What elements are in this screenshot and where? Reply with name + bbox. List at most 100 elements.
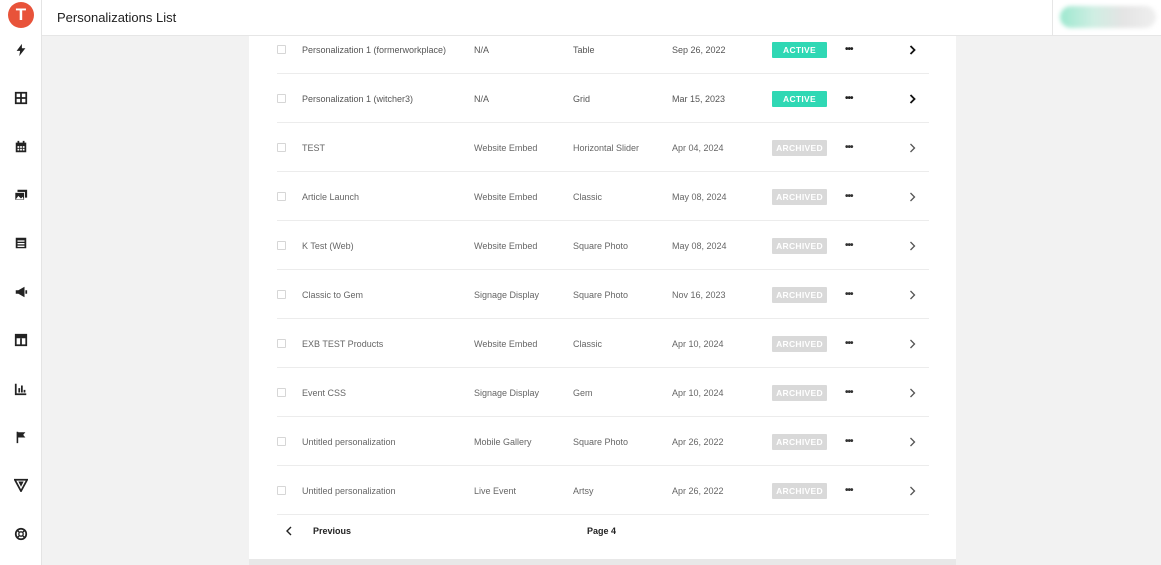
gallery-icon[interactable]: [11, 185, 31, 205]
status-badge: ACTIVE: [772, 90, 827, 107]
row-checkbox[interactable]: [277, 94, 286, 103]
row-checkbox[interactable]: [277, 192, 286, 201]
table-row[interactable]: Untitled personalization Live Event Artsy A…: [277, 466, 929, 515]
calendar-icon[interactable]: [11, 137, 31, 157]
row-date: May 08, 2024: [672, 240, 727, 251]
row-type: Signage Display: [474, 289, 540, 300]
row-type: Website Embed: [474, 240, 538, 251]
row-checkbox[interactable]: [277, 241, 286, 250]
row-checkbox[interactable]: [277, 339, 286, 348]
more-options-button[interactable]: •••: [845, 172, 853, 221]
more-options-button[interactable]: •••: [845, 74, 853, 123]
row-status: ARCHIVED: [772, 368, 827, 417]
table-row[interactable]: K Test (Web) Website Embed Square Photo May…: [277, 221, 929, 270]
app-logo[interactable]: T: [8, 2, 34, 28]
more-dots-icon: •••: [845, 485, 853, 496]
status-badge: ACTIVE: [772, 41, 827, 58]
row-date: Apr 26, 2022: [672, 436, 724, 447]
row-type: Website Embed: [474, 142, 538, 153]
row-layout: Square Photo: [573, 240, 629, 251]
table-row[interactable]: Event CSS Signage Display Gem Apr 10, 2024 A…: [277, 368, 929, 417]
status-badge: ARCHIVED: [772, 286, 827, 303]
row-checkbox[interactable]: [277, 486, 286, 495]
row-name: Event CSS: [302, 387, 347, 398]
status-badge: ARCHIVED: [772, 335, 827, 352]
list-icon[interactable]: [11, 233, 31, 253]
more-options-button[interactable]: •••: [845, 221, 853, 270]
more-options-button[interactable]: •••: [845, 417, 853, 466]
row-type: N/A: [474, 93, 490, 104]
table-row[interactable]: Personalization 1 (formerworkplace) N/A Ta…: [277, 25, 929, 74]
chevron-right-icon[interactable]: [909, 74, 916, 123]
row-checkbox[interactable]: [277, 437, 286, 446]
chevron-right-icon[interactable]: [909, 221, 916, 270]
more-options-button[interactable]: •••: [845, 123, 853, 172]
table-row[interactable]: EXB TEST Products Website Embed Classic Apr…: [277, 319, 929, 368]
chevron-right-icon[interactable]: [909, 172, 916, 221]
page-title: Personalizations List: [57, 10, 177, 25]
row-date: Apr 10, 2024: [672, 338, 724, 349]
more-dots-icon: •••: [845, 191, 853, 202]
status-badge: ARCHIVED: [772, 139, 827, 156]
row-date: Nov 16, 2023: [672, 289, 726, 300]
row-date: Sep 26, 2022: [672, 44, 726, 55]
status-badge: ARCHIVED: [772, 433, 827, 450]
table-row[interactable]: Classic to Gem Signage Display Square Phot…: [277, 270, 929, 319]
chevron-right-icon[interactable]: [909, 270, 916, 319]
table-row[interactable]: Untitled personalization Mobile Gallery Sq…: [277, 417, 929, 466]
row-date: Apr 26, 2022: [672, 485, 724, 496]
help-icon[interactable]: [11, 524, 31, 544]
more-dots-icon: •••: [845, 240, 853, 251]
row-checkbox[interactable]: [277, 290, 286, 299]
megaphone-icon[interactable]: [11, 282, 31, 302]
row-status: ARCHIVED: [772, 172, 827, 221]
status-badge: ARCHIVED: [772, 188, 827, 205]
row-layout: Gem: [573, 387, 593, 398]
chevron-right-icon[interactable]: [909, 417, 916, 466]
row-name: Classic to Gem: [302, 289, 364, 300]
more-dots-icon: •••: [845, 93, 853, 104]
row-status: ARCHIVED: [772, 221, 827, 270]
row-checkbox[interactable]: [277, 45, 286, 54]
header-divider: [1052, 0, 1053, 36]
more-options-button[interactable]: •••: [845, 466, 853, 515]
row-date: Apr 10, 2024: [672, 387, 724, 398]
row-name: Untitled personalization: [302, 436, 396, 447]
table-row[interactable]: Article Launch Website Embed Classic May 08…: [277, 172, 929, 221]
status-badge: ARCHIVED: [772, 384, 827, 401]
chevron-right-icon[interactable]: [909, 368, 916, 417]
chevron-right-icon[interactable]: [909, 25, 916, 74]
more-dots-icon: •••: [845, 338, 853, 349]
user-avatar[interactable]: [1060, 6, 1156, 28]
page-indicator: Page 4: [587, 526, 617, 536]
more-options-button[interactable]: •••: [845, 368, 853, 417]
table-row[interactable]: TEST Website Embed Horizontal Slider Apr 04…: [277, 123, 929, 172]
row-checkbox[interactable]: [277, 388, 286, 397]
chevron-left-icon[interactable]: [285, 526, 293, 536]
more-dots-icon: •••: [845, 44, 853, 55]
more-dots-icon: •••: [845, 289, 853, 300]
pagination: Previous Page 4: [277, 517, 929, 545]
row-date: Mar 15, 2023: [672, 93, 726, 104]
chevron-right-icon[interactable]: [909, 123, 916, 172]
more-options-button[interactable]: •••: [845, 319, 853, 368]
chevron-right-icon[interactable]: [909, 466, 916, 515]
layout-icon[interactable]: [11, 330, 31, 350]
lightning-icon[interactable]: [11, 40, 31, 60]
row-date: Apr 04, 2024: [672, 142, 724, 153]
flag-icon[interactable]: [11, 427, 31, 447]
row-checkbox[interactable]: [277, 143, 286, 152]
more-options-button[interactable]: •••: [845, 270, 853, 319]
chevron-right-icon[interactable]: [909, 319, 916, 368]
sidebar: T: [0, 0, 42, 565]
row-type: Website Embed: [474, 191, 538, 202]
row-status: ARCHIVED: [772, 123, 827, 172]
triangle-logo-icon[interactable]: [11, 475, 31, 495]
more-dots-icon: •••: [845, 436, 853, 447]
chart-icon[interactable]: [11, 379, 31, 399]
row-layout: Square Photo: [573, 436, 629, 447]
table-row[interactable]: Personalization 1 (witcher3) N/A Grid Mar 1…: [277, 74, 929, 123]
previous-button[interactable]: Previous: [313, 526, 351, 536]
more-options-button[interactable]: •••: [845, 25, 853, 74]
grid-icon[interactable]: [11, 88, 31, 108]
